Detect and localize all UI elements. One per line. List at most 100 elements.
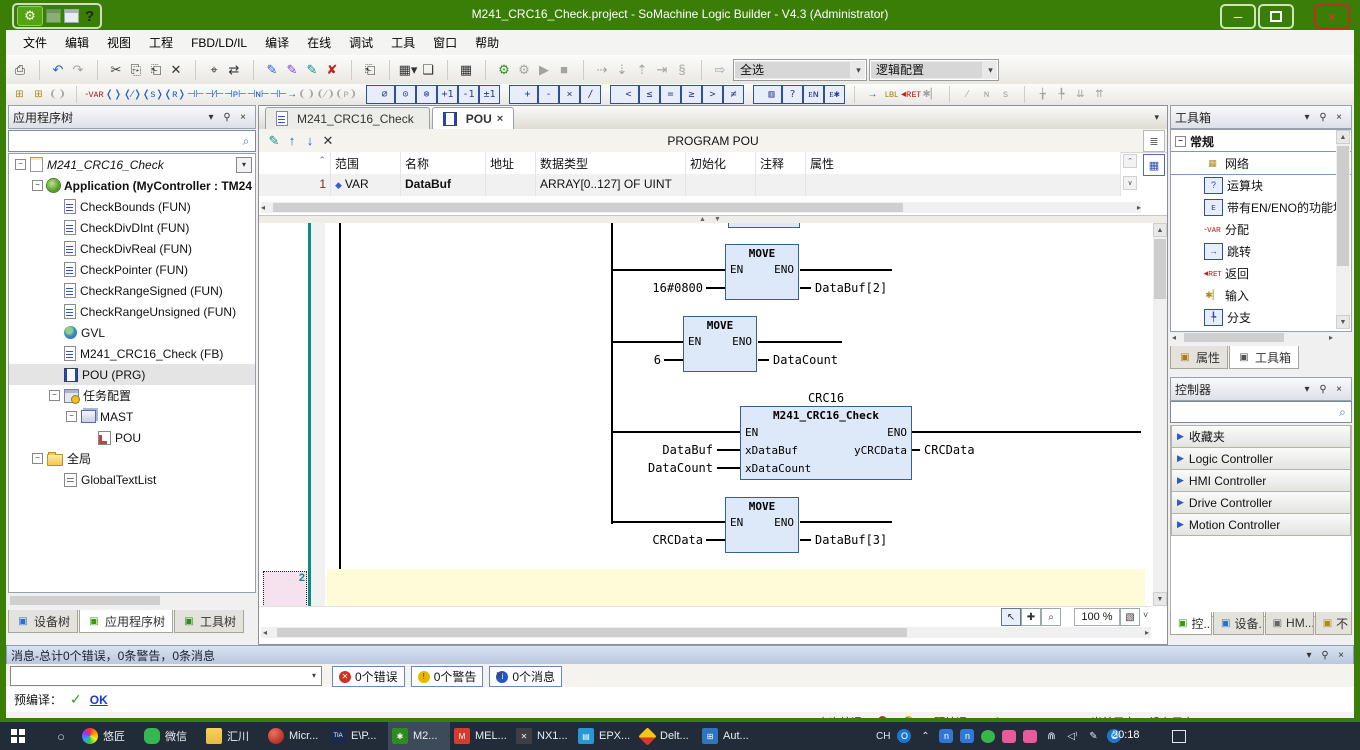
tree-item[interactable]: − Application (MyController : TM24 bbox=[9, 175, 255, 196]
chevron-down-icon[interactable]: ▾ bbox=[1301, 650, 1317, 661]
box-plus1-icon[interactable]: +1 bbox=[437, 85, 458, 104]
input-assistant-icon[interactable]: ✎ bbox=[302, 60, 322, 80]
auto-declare-icon[interactable]: ✎ bbox=[282, 60, 302, 80]
column-header[interactable]: 属性 bbox=[806, 152, 1121, 174]
run-icon[interactable]: ▶ bbox=[534, 60, 554, 80]
chevron-down-icon[interactable]: ▾ bbox=[1299, 112, 1315, 123]
taskbar-app-button[interactable]: M MEL... bbox=[450, 722, 512, 750]
input-operand[interactable]: 6 bbox=[619, 353, 661, 367]
menu-item[interactable]: 编辑 bbox=[56, 34, 98, 51]
label-icon[interactable]: ʟʙʟ bbox=[882, 86, 901, 103]
collapse-icon[interactable]: ⌃ bbox=[318, 155, 326, 166]
output-operand[interactable]: DataBuf[2] bbox=[815, 281, 887, 295]
controller-group[interactable]: ▶ 收藏夹 bbox=[1171, 426, 1351, 448]
menu-item[interactable]: 窗口 bbox=[424, 34, 466, 51]
box-minus1-icon[interactable]: -1 bbox=[458, 85, 479, 104]
cut-icon[interactable]: ✂ bbox=[97, 60, 126, 80]
box-plusminus1-icon[interactable]: ±1 bbox=[479, 85, 500, 104]
toolbox-vertical-scrollbar[interactable]: ▲ ▼ bbox=[1336, 130, 1350, 329]
variable-row[interactable]: 1 ◆VAR DataBuf ARRAY[0..127] OF UINT bbox=[259, 174, 1121, 196]
insert-coil-edge-icon[interactable]: ❨ᴘ❩ bbox=[335, 86, 357, 103]
network-2-row[interactable] bbox=[327, 569, 1145, 606]
menu-item[interactable]: 帮助 bbox=[466, 34, 508, 51]
tray-pink-icon[interactable] bbox=[1002, 730, 1016, 743]
move-block-3[interactable]: MOVE ENENO bbox=[725, 497, 799, 553]
clipboard-icon[interactable]: ⎗ bbox=[351, 60, 380, 80]
tray-pink-icon-2[interactable] bbox=[1023, 730, 1037, 743]
controller-group[interactable]: ▶ HMI Controller bbox=[1171, 470, 1351, 492]
step-over-icon[interactable]: ⇢ bbox=[583, 60, 612, 80]
tree-expander-icon[interactable]: − bbox=[49, 390, 60, 401]
stop-icon[interactable]: ■ bbox=[554, 60, 574, 80]
zoom-level[interactable]: 100 % bbox=[1074, 608, 1120, 626]
box-gt-icon[interactable]: > bbox=[702, 85, 723, 104]
toolbox-item[interactable]: → 跳转 bbox=[1171, 240, 1351, 262]
print-icon[interactable]: ⎙ bbox=[10, 60, 30, 80]
tree-expander-icon[interactable]: − bbox=[66, 411, 77, 422]
insert-variable-icon[interactable]: ✎ bbox=[265, 131, 283, 151]
box-ge-icon[interactable]: ≥ bbox=[681, 85, 702, 104]
toolbox-item[interactable]: ╄ 分支 bbox=[1171, 306, 1351, 328]
taskbar-app-button[interactable]: ▤ EPX... bbox=[574, 722, 636, 750]
input-operand[interactable]: DataCount bbox=[614, 461, 713, 475]
tray-blue-square-icon[interactable]: n bbox=[939, 729, 953, 743]
editor-tab[interactable]: POU × bbox=[432, 107, 514, 129]
column-header[interactable]: 初始化 bbox=[686, 152, 756, 174]
step-out-icon[interactable]: ⇡ bbox=[632, 60, 652, 80]
taskbar-app-button[interactable]: ⊞ Aut... bbox=[698, 722, 760, 750]
insert-coil-set-icon[interactable]: ❬s❭ bbox=[142, 86, 164, 103]
tree-item[interactable]: − 任务配置 bbox=[9, 385, 255, 406]
close-icon[interactable]: × bbox=[1331, 384, 1347, 395]
box-and-icon[interactable]: ∅ bbox=[366, 85, 395, 104]
menu-item[interactable]: 在线 bbox=[298, 34, 340, 51]
tabular-view-icon[interactable]: ▦ bbox=[1143, 154, 1165, 176]
action-center-icon[interactable] bbox=[1172, 730, 1186, 743]
box-div-icon[interactable]: ∕ bbox=[580, 85, 601, 104]
box-sub-icon[interactable]: - bbox=[538, 85, 559, 104]
select-tool-icon[interactable]: ↖ bbox=[1001, 608, 1021, 626]
menu-item[interactable]: 工具 bbox=[382, 34, 424, 51]
insert-network-icon[interactable]: ⊞ bbox=[10, 86, 29, 103]
tree-item[interactable]: CheckRangeUnsigned (FUN) bbox=[9, 301, 255, 322]
dock-tab[interactable]: ▣ 不 bbox=[1315, 612, 1352, 635]
tree-item[interactable]: CheckDivReal (FUN) bbox=[9, 238, 255, 259]
dock-tab[interactable]: ▣ 属性 bbox=[1170, 346, 1228, 369]
tree-item[interactable]: POU (PRG) bbox=[9, 364, 255, 385]
pen-input-icon[interactable]: ✎ bbox=[1086, 729, 1100, 743]
input-operand[interactable]: DataBuf bbox=[627, 443, 713, 457]
declaration-mode-icon[interactable]: ≣ bbox=[1143, 130, 1165, 152]
output-operand[interactable]: DataBuf[3] bbox=[815, 533, 887, 547]
delete-variable-icon[interactable]: ✕ bbox=[319, 131, 337, 151]
box-or-icon[interactable]: ⊙ bbox=[395, 85, 416, 104]
tree-expander-icon[interactable]: − bbox=[15, 159, 26, 170]
taskbar-app-button[interactable]: TIA E\P... bbox=[326, 722, 388, 750]
set-reset-icon[interactable]: s bbox=[996, 86, 1015, 103]
clear-messages-icon[interactable]: × bbox=[496, 668, 503, 682]
branch-icon[interactable]: ╆ bbox=[1024, 86, 1052, 103]
step-into-icon[interactable]: ⇣ bbox=[612, 60, 632, 80]
en-eno-function-icon[interactable]: ᴇ✱ bbox=[824, 85, 845, 104]
pin-icon[interactable]: ⚲ bbox=[1317, 650, 1333, 661]
chevron-down-icon[interactable]: ▾ bbox=[1299, 384, 1315, 395]
toolbox-item[interactable]: ▦ 网络 bbox=[1171, 152, 1351, 174]
copy-icon[interactable]: ⎘ bbox=[126, 60, 146, 80]
insert-branch-above-icon[interactable]: ⇈ bbox=[1090, 86, 1109, 103]
box-lt-icon[interactable]: < bbox=[610, 85, 639, 104]
tree-expander-icon[interactable]: − bbox=[32, 180, 43, 191]
insert-contact-rising-icon[interactable]: ⊣ᴘ⊢ bbox=[224, 86, 247, 103]
find-replace-icon[interactable]: ⇄ bbox=[224, 60, 244, 80]
box-not-icon[interactable]: ⊗ bbox=[416, 85, 437, 104]
tree-item[interactable]: − MAST bbox=[9, 406, 255, 427]
menu-item[interactable]: FBD/LD/IL bbox=[182, 36, 256, 50]
input-operand[interactable]: CRCData bbox=[619, 533, 703, 547]
insert-coil-negated-icon[interactable]: ❨∕❩ bbox=[316, 86, 335, 103]
forward-icon[interactable]: ⇨ bbox=[701, 60, 730, 80]
restore-button[interactable] bbox=[1258, 4, 1294, 29]
column-header[interactable]: 地址 bbox=[486, 152, 536, 174]
negate-icon[interactable]: ∕ bbox=[949, 86, 977, 103]
close-icon[interactable]: × bbox=[1331, 112, 1347, 123]
insert-contact-2-icon[interactable]: ⊣⊢ bbox=[186, 86, 205, 103]
close-button[interactable]: × bbox=[1314, 4, 1350, 29]
build-target-combobox[interactable]: 全选 ▾ bbox=[733, 59, 867, 81]
toggle-comment-icon[interactable]: ❨❩ bbox=[48, 86, 67, 103]
